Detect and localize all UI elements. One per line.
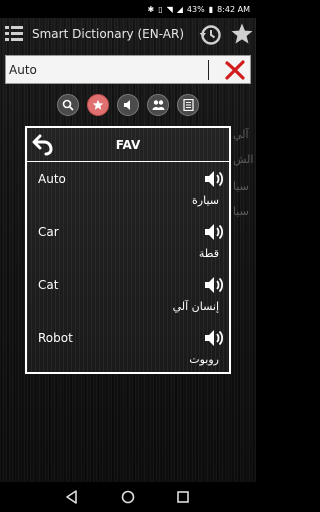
favorite-entry[interactable]: Auto سيارة (27, 166, 229, 216)
bluetooth-icon: ✱ (147, 4, 155, 14)
battery-icon: ▮ (208, 4, 214, 14)
system-nav-bar (0, 482, 256, 512)
speaker-mode-button[interactable] (117, 94, 139, 116)
entry-word: Car (38, 225, 59, 239)
speaker-icon (124, 100, 130, 110)
entry-word: Robot (38, 331, 73, 345)
clock: 8:42 AM (217, 4, 250, 14)
dialog-title: FAV (115, 138, 141, 152)
search-input[interactable] (9, 60, 209, 80)
dialog-header: FAV (27, 128, 229, 162)
recents-square-icon[interactable] (175, 489, 191, 505)
favorite-entry[interactable]: Cat إنسان آلي (27, 272, 229, 322)
vibrate-icon: ▯ (158, 4, 163, 14)
battery-percent: 43% (186, 4, 205, 14)
entry-word: Cat (38, 278, 59, 292)
app-bar: Smart Dictionary (EN-AR) (0, 18, 256, 52)
entry-translation: إنسان آلي (172, 300, 219, 313)
star-icon (92, 99, 104, 110)
speaker-icon[interactable] (203, 222, 225, 242)
history-icon[interactable] (198, 23, 222, 47)
background-word: سيا (233, 205, 249, 218)
entry-translation: سيارة (192, 194, 219, 207)
app-screen: ✱ ▯ ◥ ◢ 43% ▮ 8:42 AM Smart Dictionary (… (0, 0, 256, 512)
star-icon[interactable] (230, 22, 254, 46)
background-word: الش (233, 153, 254, 166)
speaker-icon[interactable] (203, 169, 225, 189)
signal-icon: ◢ (176, 4, 183, 14)
speaker-icon[interactable] (203, 328, 225, 348)
search-mode-button[interactable] (57, 94, 79, 116)
clear-x-icon[interactable] (224, 59, 246, 81)
favorites-dialog: FAV Auto سيارة Car قطة Cat إنسان آلي Rob… (25, 126, 231, 374)
app-title: Smart Dictionary (EN-AR) (32, 27, 185, 41)
background-word: سيا (233, 180, 249, 193)
background-word: آلي (233, 128, 249, 141)
wifi-icon: ◥ (166, 4, 173, 14)
menu-icon[interactable] (5, 25, 23, 43)
entry-translation: روبوت (189, 353, 219, 366)
favorite-entry[interactable]: Car قطة (27, 219, 229, 269)
list-icon (182, 99, 194, 111)
people-icon (152, 100, 164, 110)
entry-translation: قطة (198, 247, 219, 260)
favorite-entry[interactable]: Robot روبوت (27, 325, 229, 375)
favorites-mode-button[interactable] (87, 94, 109, 116)
people-mode-button[interactable] (147, 94, 169, 116)
list-mode-button[interactable] (177, 94, 199, 116)
status-bar: ✱ ▯ ◥ ◢ 43% ▮ 8:42 AM (0, 0, 256, 18)
back-triangle-icon[interactable] (64, 489, 80, 505)
search-icon (62, 99, 74, 111)
search-box (5, 55, 251, 84)
home-circle-icon[interactable] (120, 489, 136, 505)
entry-word: Auto (38, 172, 66, 186)
speaker-icon[interactable] (203, 275, 225, 295)
